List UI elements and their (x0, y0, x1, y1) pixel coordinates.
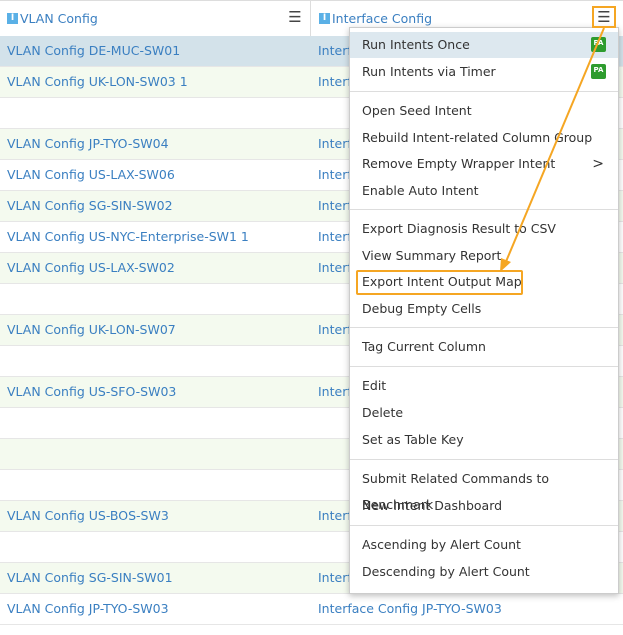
annotation-arrow (500, 27, 605, 272)
